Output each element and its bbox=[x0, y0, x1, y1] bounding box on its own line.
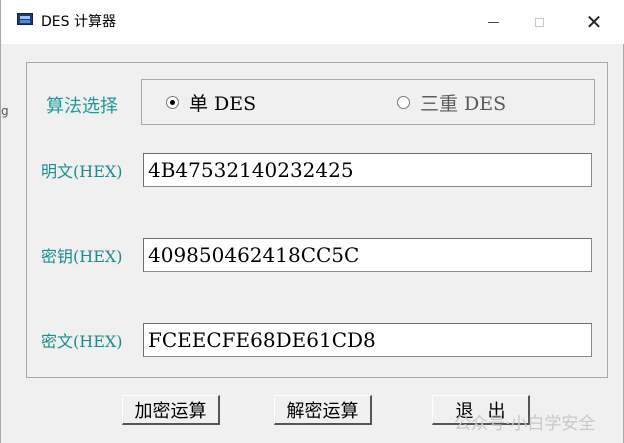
decrypt-button[interactable]: 解密运算 bbox=[274, 395, 372, 425]
algorithm-label: 算法选择 bbox=[46, 96, 118, 117]
app-window-icon bbox=[17, 13, 33, 25]
key-input[interactable] bbox=[143, 238, 592, 272]
side-glyph: g bbox=[1, 104, 9, 118]
plaintext-input[interactable] bbox=[143, 153, 592, 187]
app-window: DES 计算器 ✕ g 算法选择 单 DES 三重 DES 明文(HEX) 密钥… bbox=[0, 0, 624, 443]
title-bar[interactable]: DES 计算器 ✕ bbox=[1, 0, 624, 44]
encrypt-button[interactable]: 加密运算 bbox=[122, 395, 220, 425]
radio-single-des-label: 单 DES bbox=[189, 93, 257, 115]
minimize-button[interactable] bbox=[470, 0, 516, 44]
watermark-text: 公众号·小白学安全 bbox=[454, 414, 596, 434]
close-button[interactable]: ✕ bbox=[571, 0, 617, 44]
ciphertext-input[interactable] bbox=[143, 323, 592, 357]
radio-unchecked-icon bbox=[397, 96, 410, 109]
radio-checked-icon bbox=[166, 96, 179, 109]
maximize-icon bbox=[534, 17, 544, 27]
close-icon: ✕ bbox=[585, 10, 603, 34]
radio-triple-des[interactable]: 三重 DES bbox=[397, 89, 506, 116]
key-label: 密钥(HEX) bbox=[41, 247, 123, 266]
minimize-icon bbox=[487, 21, 499, 23]
radio-triple-des-label: 三重 DES bbox=[420, 93, 507, 115]
window-title: DES 计算器 bbox=[41, 14, 116, 30]
maximize-button[interactable] bbox=[516, 0, 562, 44]
plaintext-label: 明文(HEX) bbox=[41, 162, 123, 181]
radio-single-des[interactable]: 单 DES bbox=[166, 89, 256, 116]
ciphertext-label: 密文(HEX) bbox=[41, 332, 123, 351]
